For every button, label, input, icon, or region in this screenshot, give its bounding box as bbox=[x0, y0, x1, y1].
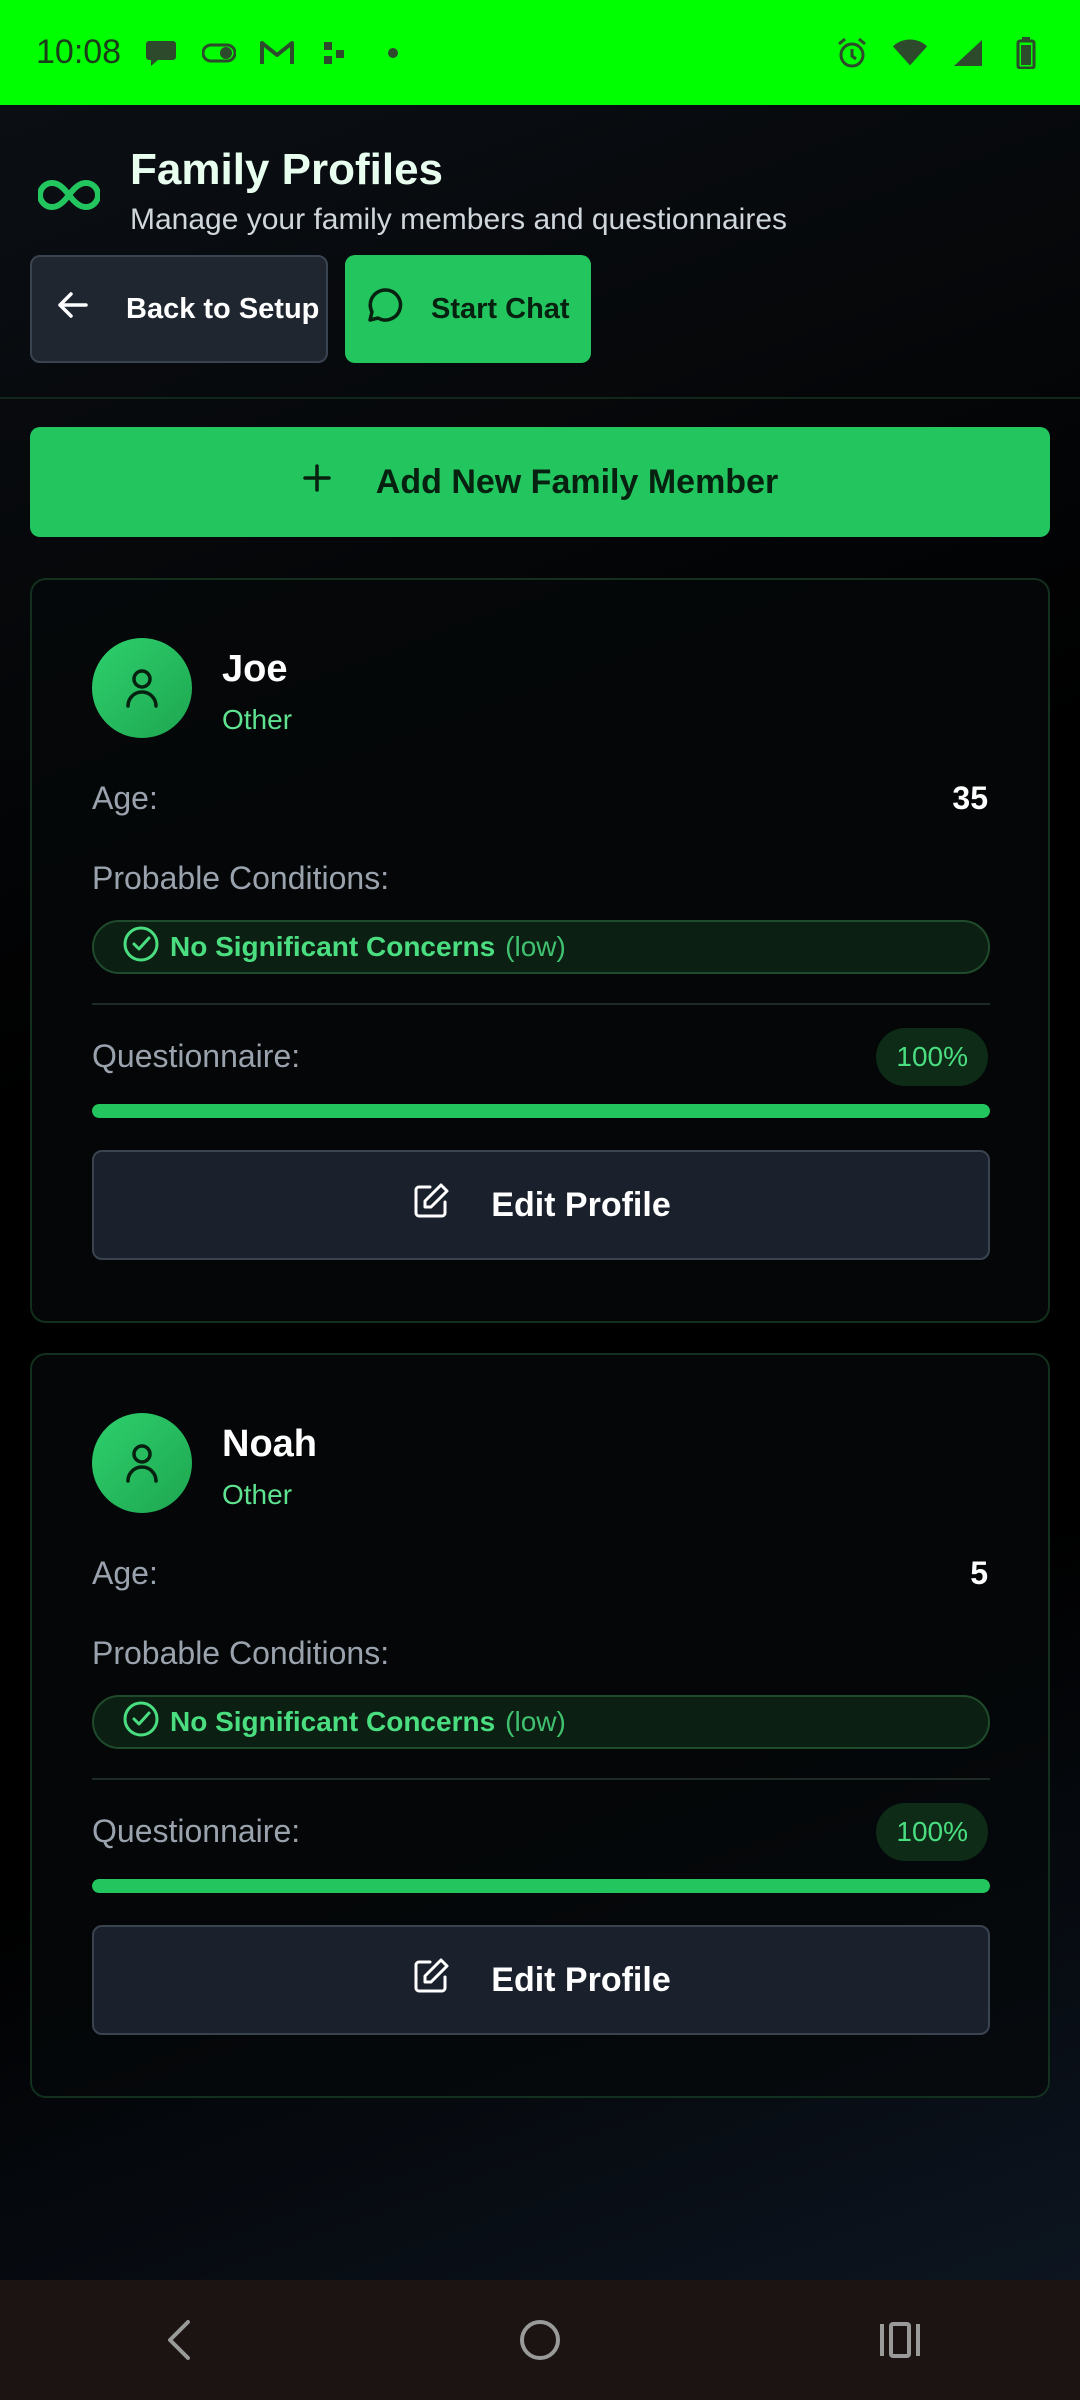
nav-back-button[interactable] bbox=[140, 2300, 220, 2380]
status-bar: 10:08 bbox=[0, 0, 1080, 105]
recents-icon bbox=[880, 2322, 920, 2358]
conditions-label: Probable Conditions: bbox=[92, 860, 390, 896]
conditions-label: Probable Conditions: bbox=[92, 1635, 390, 1671]
questionnaire-progress-fill bbox=[92, 1104, 990, 1118]
condition-badge: No Significant Concerns (low) bbox=[92, 920, 990, 974]
battery-icon bbox=[1008, 35, 1044, 71]
condition-level: (low) bbox=[505, 931, 566, 962]
divider bbox=[92, 1003, 990, 1005]
back-to-setup-button[interactable]: Back to Setup bbox=[30, 255, 328, 363]
wifi-icon bbox=[892, 35, 928, 71]
questionnaire-percent-badge: 100% bbox=[876, 1028, 988, 1086]
edit-profile-label: Edit Profile bbox=[491, 1185, 671, 1224]
page-title: Family Profiles bbox=[130, 145, 444, 194]
app-content: Family Profiles Manage your family membe… bbox=[0, 105, 1080, 2280]
back-to-setup-label: Back to Setup bbox=[126, 292, 320, 325]
arrow-left-icon bbox=[56, 290, 90, 328]
check-circle-icon bbox=[122, 1700, 160, 1745]
back-chevron-icon bbox=[168, 2320, 190, 2360]
status-time: 10:08 bbox=[36, 33, 122, 71]
questionnaire-label: Questionnaire: bbox=[92, 1038, 301, 1074]
member-relation: Other bbox=[222, 1479, 293, 1510]
questionnaire-progress-bar bbox=[92, 1104, 990, 1118]
start-chat-label: Start Chat bbox=[431, 292, 570, 325]
age-value: 35 bbox=[952, 780, 988, 816]
condition-level: (low) bbox=[505, 1706, 566, 1737]
nav-recents-button[interactable] bbox=[860, 2300, 940, 2380]
page-header: Family Profiles Manage your family membe… bbox=[0, 105, 1080, 399]
edit-icon bbox=[411, 1956, 451, 2005]
avatar bbox=[92, 638, 192, 738]
edit-profile-button[interactable]: Edit Profile bbox=[92, 1150, 990, 1260]
gmail-icon bbox=[259, 35, 295, 71]
member-card: Joe Other Age: 35 Probable Conditions: N… bbox=[30, 578, 1050, 1323]
condition-name: No Significant Concerns bbox=[170, 1706, 496, 1737]
edit-profile-label: Edit Profile bbox=[491, 1960, 671, 1999]
member-name: Noah bbox=[222, 1423, 317, 1465]
member-name: Joe bbox=[222, 648, 288, 690]
home-circle-icon bbox=[520, 2320, 560, 2360]
condition-name: No Significant Concerns bbox=[170, 931, 496, 962]
age-label: Age: bbox=[92, 780, 158, 816]
edit-icon bbox=[411, 1181, 451, 1230]
add-family-member-label: Add New Family Member bbox=[375, 462, 779, 501]
avatar bbox=[92, 1413, 192, 1513]
signal-icon bbox=[950, 35, 986, 71]
condition-badge: No Significant Concerns (low) bbox=[92, 1695, 990, 1749]
user-icon bbox=[126, 669, 158, 708]
dots-icon bbox=[317, 35, 353, 71]
start-chat-button[interactable]: Start Chat bbox=[345, 255, 591, 363]
check-circle-icon bbox=[122, 925, 160, 970]
chat-bubble-icon bbox=[143, 35, 179, 71]
questionnaire-label: Questionnaire: bbox=[92, 1813, 301, 1849]
questionnaire-progress-bar bbox=[92, 1879, 990, 1893]
nav-home-button[interactable] bbox=[500, 2300, 580, 2380]
plus-icon bbox=[302, 463, 332, 502]
age-value: 5 bbox=[970, 1555, 988, 1591]
message-bubble-icon bbox=[365, 285, 405, 333]
member-card: Noah Other Age: 5 Probable Conditions: N… bbox=[30, 1353, 1050, 2098]
divider bbox=[92, 1778, 990, 1780]
infinity-icon bbox=[37, 165, 101, 225]
questionnaire-progress-fill bbox=[92, 1879, 990, 1893]
alarm-icon bbox=[834, 35, 870, 71]
dot-icon bbox=[375, 35, 411, 71]
toggle-icon bbox=[201, 35, 237, 71]
system-nav-bar bbox=[0, 2280, 1080, 2400]
add-family-member-button[interactable]: Add New Family Member bbox=[30, 427, 1050, 537]
questionnaire-percent-badge: 100% bbox=[876, 1803, 988, 1861]
page-subtitle: Manage your family members and questionn… bbox=[130, 203, 787, 236]
age-label: Age: bbox=[92, 1555, 158, 1591]
edit-profile-button[interactable]: Edit Profile bbox=[92, 1925, 990, 2035]
user-icon bbox=[126, 1444, 158, 1483]
member-relation: Other bbox=[222, 704, 293, 735]
